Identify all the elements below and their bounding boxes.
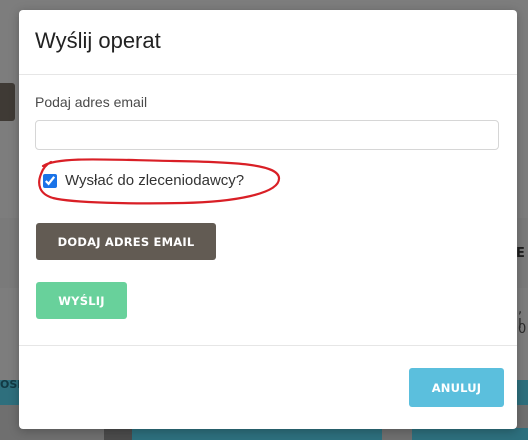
cancel-button[interactable]: Anuluj <box>409 368 504 407</box>
footer-divider <box>19 345 517 346</box>
send-to-client-option[interactable]: Wysłać do zleceniodawcy? <box>43 172 244 189</box>
background-block <box>132 428 382 440</box>
send-to-client-checkbox[interactable] <box>43 173 57 188</box>
send-to-client-label: Wysłać do zleceniodawcy? <box>65 172 245 189</box>
email-input[interactable] <box>35 120 499 150</box>
modal-header: Wyślij operat <box>19 10 517 75</box>
background-block <box>104 428 132 440</box>
background-text-fragment: 0 <box>518 322 527 337</box>
background-block <box>412 428 528 440</box>
send-report-modal: Wyślij operat Podaj adres email Wysłać d… <box>19 10 517 429</box>
send-button[interactable]: Wyślij <box>36 282 127 319</box>
background-text-fragment: E <box>516 246 525 261</box>
add-email-button[interactable]: Dodaj adres email <box>36 223 216 260</box>
modal-title: Wyślij operat <box>35 28 161 53</box>
email-label: Podaj adres email <box>35 94 148 110</box>
background-button-fragment <box>0 83 15 121</box>
